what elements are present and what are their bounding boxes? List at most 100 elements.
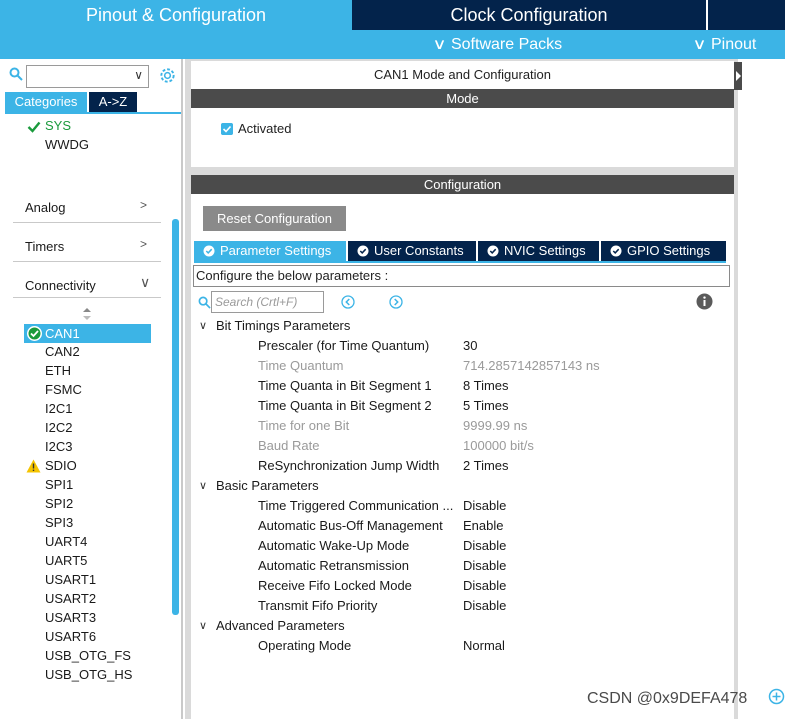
tab-gpio-settings[interactable]: GPIO Settings [601,241,726,261]
watermark: CSDN @0x9DEFA478 [587,690,748,707]
tab-nvic-settings[interactable]: NVIC Settings [478,241,599,261]
panel-title: CAN1 Mode and Configuration [373,67,552,82]
param-name: Time for one Bit [258,418,350,433]
tab-parameter-settings[interactable]: Parameter Settings [194,241,346,261]
param-name[interactable]: Time Quanta in Bit Segment 2 [258,397,432,415]
pinout-label: Pinout [710,36,757,53]
tree-item-usart1[interactable]: USART1 [45,571,96,589]
param-value[interactable]: Normal [463,637,505,655]
group-analog[interactable]: Analog [25,198,65,218]
check-circle-icon [27,326,42,341]
tab-label: Parameter Settings [220,243,332,258]
tree-item-usb-otg-fs[interactable]: USB_OTG_FS [45,647,131,665]
pinout-menu[interactable]: ∨ Pinout [692,30,757,59]
activated-label: Activated [238,121,292,136]
gear-icon[interactable] [158,66,177,85]
check-circle-icon [203,245,215,257]
section-advanced-parameters[interactable]: Advanced Parameters [216,617,345,635]
tab-categories[interactable]: Categories [5,92,87,112]
param-name[interactable]: Receive Fifo Locked Mode [258,577,412,595]
param-value[interactable]: Disable [463,497,506,515]
tab-pinout-configuration[interactable]: Pinout & Configuration [0,0,352,30]
param-name[interactable]: Automatic Bus-Off Management [258,517,443,535]
param-name[interactable]: Time Quanta in Bit Segment 1 [258,377,432,395]
tab-label: NVIC Settings [504,243,586,258]
param-value[interactable]: 2 Times [463,457,509,475]
chevron-down-icon: ∨ [432,36,447,53]
check-circle-icon [357,245,369,257]
tree-item-usart2[interactable]: USART2 [45,590,96,608]
tree-item-wwdg[interactable]: WWDG [45,136,89,154]
tree-item-spi3[interactable]: SPI3 [45,514,73,532]
section-bit-timings[interactable]: Bit Timings Parameters [216,317,350,335]
zoom-in-icon[interactable] [768,688,785,705]
chevron-down-icon[interactable]: ∨ [140,274,150,291]
categories-panel: ∨ Categories A->Z SYS WWDG Analog > Time… [0,59,183,719]
chevron-right-icon[interactable] [736,71,741,81]
tab-more[interactable] [706,0,785,30]
group-timers[interactable]: Timers [25,237,64,257]
tab-clock-configuration[interactable]: Clock Configuration [354,0,704,30]
param-name[interactable]: Automatic Wake-Up Mode [258,537,409,555]
tree-item-uart4[interactable]: UART4 [45,533,87,551]
param-value[interactable]: 5 Times [463,397,509,415]
parameter-tabs: Parameter Settings User Constants NVIC S… [194,241,726,261]
tree-item-fsmc[interactable]: FSMC [45,381,82,399]
tab-a-z[interactable]: A->Z [89,92,137,112]
software-packs-menu[interactable]: ∨ Software Packs [432,30,562,59]
tree-item-i2c1[interactable]: I2C1 [45,400,72,418]
tree-item-sdio[interactable]: SDIO [45,457,77,475]
param-value[interactable]: 30 [463,337,477,355]
mode-panel: CAN1 Mode and Configuration Mode Activat… [191,61,734,167]
param-name[interactable]: ReSynchronization Jump Width [258,457,439,475]
parameter-search-input[interactable]: Search (Crtl+F) [211,291,324,313]
tab-user-constants[interactable]: User Constants [348,241,476,261]
category-search-input[interactable]: ∨ [26,65,149,88]
chevron-down-icon[interactable]: ∨ [199,617,207,635]
tree-item-spi1[interactable]: SPI1 [45,476,73,494]
tree-item-spi2[interactable]: SPI2 [45,495,73,513]
param-value[interactable]: Enable [463,517,503,535]
chevron-right-icon[interactable]: > [140,237,147,251]
check-circle-icon [487,245,499,257]
param-value[interactable]: Disable [463,557,506,575]
group-connectivity[interactable]: Connectivity [25,276,96,296]
param-name[interactable]: Time Triggered Communication ... [258,497,453,515]
category-scrollbar[interactable] [172,219,179,615]
tabs-underline [5,112,181,114]
chevron-down-icon[interactable]: ∨ [134,68,143,82]
tree-item-uart5[interactable]: UART5 [45,552,87,570]
tree-item-usart6[interactable]: USART6 [45,628,96,646]
sort-icon[interactable] [82,307,92,321]
right-strip [738,59,785,719]
tree-item-i2c2[interactable]: I2C2 [45,419,72,437]
divider [13,222,161,223]
top-tab-bar: Pinout & Configuration Clock Configurati… [0,0,785,30]
param-name[interactable]: Prescaler (for Time Quantum) [258,337,429,355]
param-name[interactable]: Transmit Fifo Priority [258,597,377,615]
param-name[interactable]: Operating Mode [258,637,351,655]
next-match-icon[interactable] [389,295,403,309]
chevron-right-icon[interactable]: > [140,198,147,212]
tree-item-usb-otg-hs[interactable]: USB_OTG_HS [45,666,132,684]
section-basic-parameters[interactable]: Basic Parameters [216,477,319,495]
chevron-down-icon[interactable]: ∨ [199,477,207,495]
tree-item-i2c3[interactable]: I2C3 [45,438,72,456]
tree-item-sys[interactable]: SYS [45,117,71,135]
tree-item-usart3[interactable]: USART3 [45,609,96,627]
param-value[interactable]: Disable [463,577,506,595]
tabs-underline [194,261,726,263]
tree-item-eth[interactable]: ETH [45,362,71,380]
info-icon[interactable] [696,293,713,310]
tree-item-can1[interactable]: CAN1 [24,324,151,343]
param-value[interactable]: 8 Times [463,377,509,395]
reset-configuration-button[interactable]: Reset Configuration [203,206,346,231]
search-icon [198,296,211,309]
activated-checkbox[interactable] [221,123,233,135]
tree-item-can2[interactable]: CAN2 [45,343,80,361]
chevron-down-icon[interactable]: ∨ [199,317,207,335]
param-name[interactable]: Automatic Retransmission [258,557,409,575]
param-value[interactable]: Disable [463,597,506,615]
param-value[interactable]: Disable [463,537,506,555]
previous-match-icon[interactable] [341,295,355,309]
